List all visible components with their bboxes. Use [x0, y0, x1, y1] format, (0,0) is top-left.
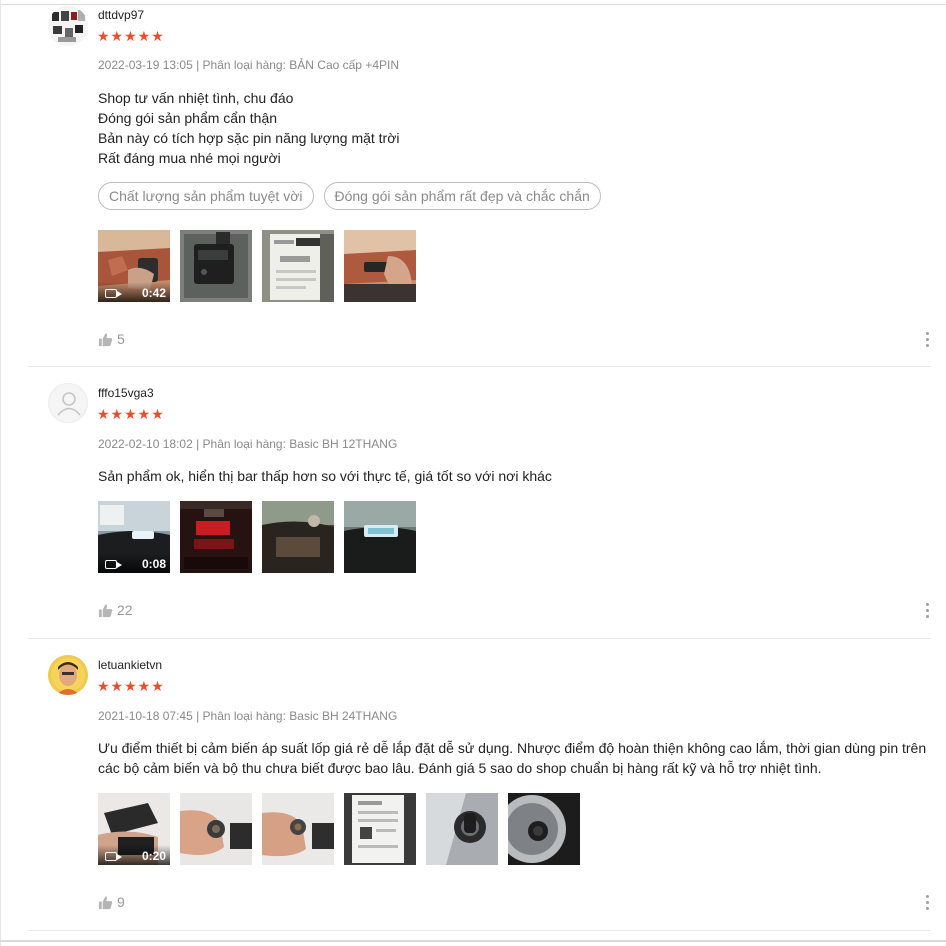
review-image-thumbnail[interactable] — [262, 793, 334, 865]
review-photo — [180, 793, 252, 865]
review-text-line: Shop tư vấn nhiệt tình, chu đáo — [98, 90, 294, 106]
review-media: 0:08 — [98, 501, 416, 573]
reviewer-username: letuankietvn — [98, 658, 163, 672]
review-text-line: Sản phẩm ok, hiển thị bar thấp hơn so vớ… — [98, 468, 552, 484]
review-video-thumbnail[interactable]: 0:42 — [98, 230, 170, 302]
more-options-icon[interactable] — [926, 603, 930, 619]
review-photo — [426, 793, 498, 865]
video-camera-icon — [105, 560, 122, 569]
review-photo — [262, 793, 334, 865]
review-photo — [180, 501, 252, 573]
review-photo — [344, 501, 416, 573]
thumbs-up-icon — [98, 603, 113, 617]
review-media: 0:42 — [98, 230, 416, 302]
review-photo — [508, 793, 580, 865]
reviewer-username: fffo15vga3 — [98, 386, 154, 400]
more-options-icon[interactable] — [926, 895, 930, 911]
bottom-border — [0, 940, 946, 942]
review-image-thumbnail[interactable] — [262, 230, 334, 302]
review-photo — [344, 793, 416, 865]
review-text-line: Ưu điểm thiết bị cảm biến áp suất lốp gi… — [98, 740, 927, 756]
like-button[interactable]: 22 — [98, 602, 133, 618]
review-media: 0:20 — [98, 793, 580, 865]
review-text: Sản phẩm ok, hiển thị bar thấp hơn so vớ… — [98, 466, 933, 486]
review-meta: 2022-03-19 13:05 | Phân loại hàng: BẢN C… — [98, 58, 399, 72]
review-image-thumbnail[interactable] — [180, 501, 252, 573]
avatar[interactable] — [48, 655, 88, 695]
rating-stars: ★★★★★ — [97, 28, 165, 44]
left-border — [0, 0, 1, 946]
review-image-thumbnail[interactable] — [508, 793, 580, 865]
review-text: Ưu điểm thiết bị cảm biến áp suất lốp gi… — [98, 738, 933, 778]
top-border — [0, 4, 946, 5]
video-duration: 0:20 — [141, 849, 166, 863]
review-text: Shop tư vấn nhiệt tình, chu đáo Đóng gói… — [98, 88, 933, 168]
review-tags: Chất lượng sản phẩm tuyệt vời Đóng gói s… — [98, 182, 601, 210]
like-count: 9 — [117, 894, 125, 910]
review-meta: 2021-10-18 07:45 | Phân loại hàng: Basic… — [98, 709, 398, 723]
review-divider — [28, 638, 931, 639]
like-button[interactable]: 5 — [98, 331, 125, 347]
rating-stars: ★★★★★ — [97, 406, 165, 422]
review-text-line: Đóng gói sản phẩm cẩn thận — [98, 110, 278, 126]
video-duration: 0:42 — [141, 286, 166, 300]
review-photo — [344, 230, 416, 302]
like-count: 22 — [117, 602, 133, 618]
default-user-icon — [57, 392, 81, 416]
avatar-image — [48, 6, 88, 46]
review-tag[interactable]: Đóng gói sản phẩm rất đẹp và chắc chắn — [323, 182, 601, 210]
review-image-thumbnail[interactable] — [344, 230, 416, 302]
reviewer-username: dttdvp97 — [98, 8, 145, 22]
like-count: 5 — [117, 331, 125, 347]
review-image-thumbnail[interactable] — [180, 793, 252, 865]
review-photo — [262, 501, 334, 573]
review-text-line: các bộ cảm biến và bộ thu chưa biết được… — [98, 760, 822, 776]
review-text-line: Bản này có tích hợp sặc pin năng lượng m… — [98, 130, 400, 146]
review-tag[interactable]: Chất lượng sản phẩm tuyệt vời — [98, 182, 314, 210]
video-camera-icon — [105, 852, 122, 861]
avatar[interactable] — [48, 6, 88, 46]
avatar-image — [48, 655, 88, 695]
like-button[interactable]: 9 — [98, 894, 125, 910]
rating-stars: ★★★★★ — [97, 678, 165, 694]
review-image-thumbnail[interactable] — [344, 793, 416, 865]
review-photo — [180, 230, 252, 302]
review-text-line: Rất đáng mua nhé mọi người — [98, 150, 281, 166]
more-options-icon[interactable] — [926, 332, 930, 348]
thumbs-up-icon — [98, 895, 113, 909]
review-image-thumbnail[interactable] — [180, 230, 252, 302]
review-image-thumbnail[interactable] — [344, 501, 416, 573]
review-video-thumbnail[interactable]: 0:08 — [98, 501, 170, 573]
review-photo — [262, 230, 334, 302]
avatar[interactable] — [48, 383, 88, 423]
thumbs-up-icon — [98, 332, 113, 346]
review-video-thumbnail[interactable]: 0:20 — [98, 793, 170, 865]
video-camera-icon — [105, 289, 122, 298]
review-image-thumbnail[interactable] — [262, 501, 334, 573]
review-divider — [28, 930, 931, 931]
review-divider — [28, 366, 931, 367]
review-image-thumbnail[interactable] — [426, 793, 498, 865]
video-duration: 0:08 — [141, 557, 166, 571]
review-meta: 2022-02-10 18:02 | Phân loại hàng: Basic… — [98, 437, 398, 451]
